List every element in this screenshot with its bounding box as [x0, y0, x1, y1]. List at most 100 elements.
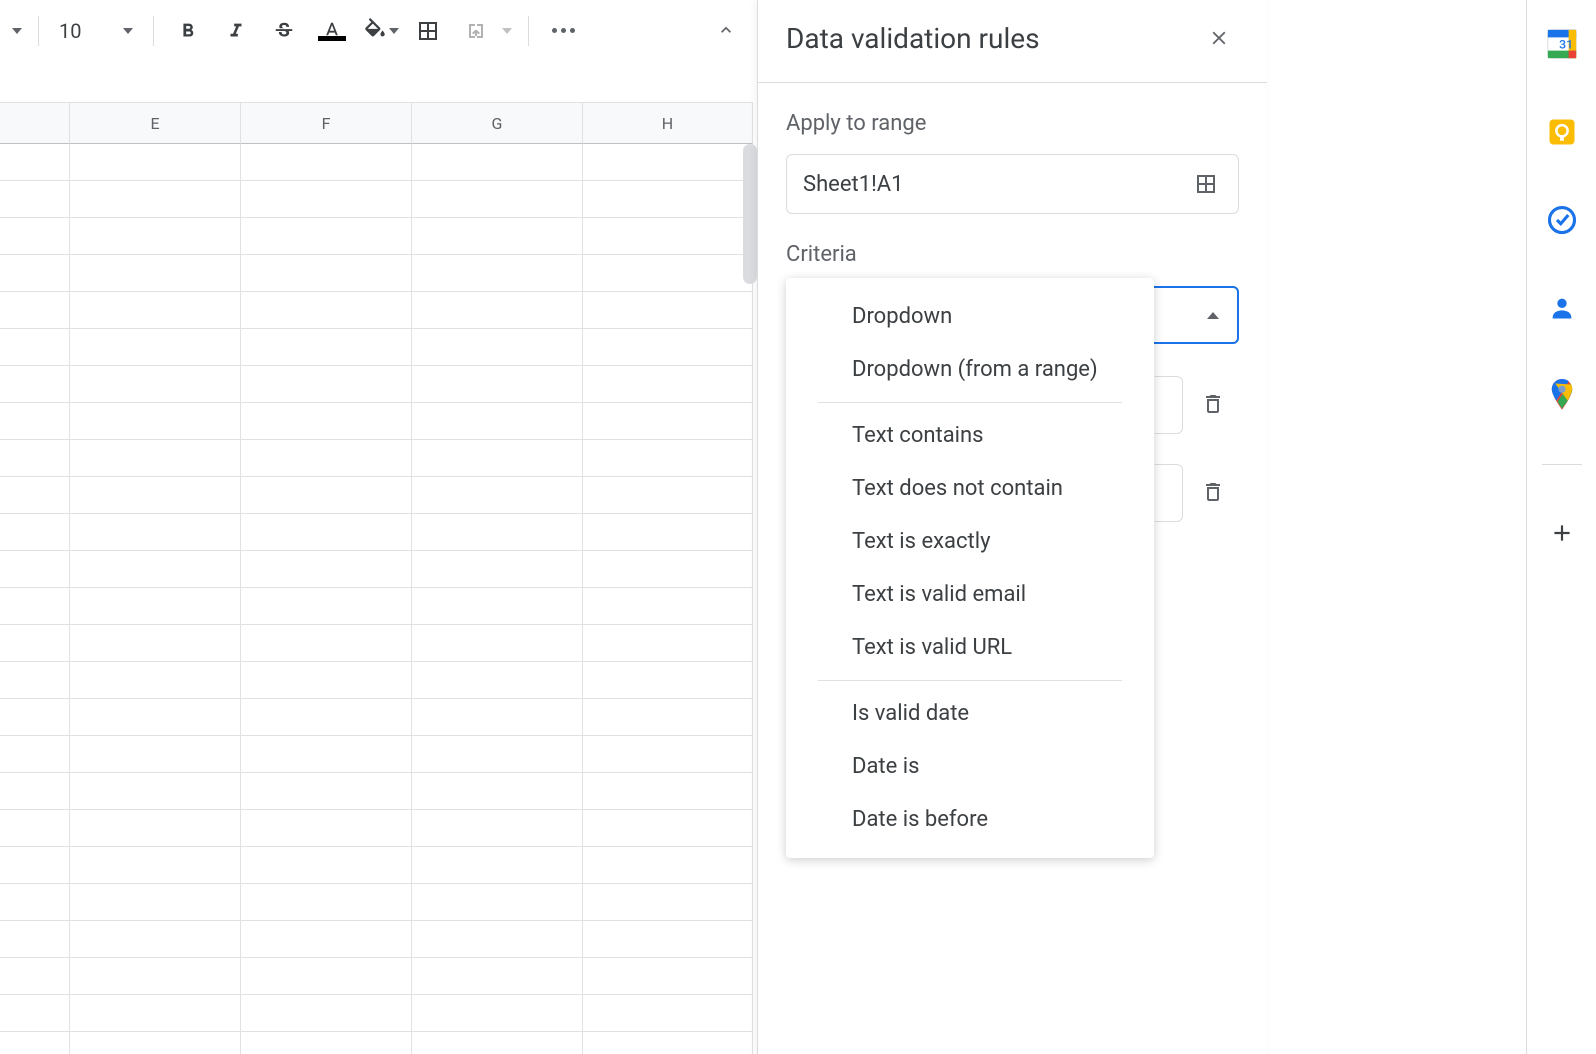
- grid-cell[interactable]: [412, 292, 583, 329]
- column-header[interactable]: F: [241, 102, 412, 144]
- grid-cell[interactable]: [70, 218, 241, 255]
- grid-cell[interactable]: [412, 329, 583, 366]
- grid-cell[interactable]: [583, 662, 753, 699]
- grid-cell[interactable]: [70, 144, 241, 181]
- criteria-option[interactable]: Text is exactly: [786, 515, 1154, 568]
- grid-cell[interactable]: [241, 625, 412, 662]
- grid-cell[interactable]: [412, 366, 583, 403]
- grid-cell[interactable]: [412, 736, 583, 773]
- grid-cell[interactable]: [412, 403, 583, 440]
- column-header[interactable]: H: [583, 102, 753, 144]
- grid-cell[interactable]: [583, 847, 753, 884]
- grid-cell[interactable]: [0, 995, 70, 1032]
- grid-cell[interactable]: [241, 514, 412, 551]
- close-panel-button[interactable]: [1199, 18, 1239, 58]
- option-value-field[interactable]: [1155, 376, 1183, 434]
- criteria-option[interactable]: Dropdown: [786, 290, 1154, 343]
- grid-cell[interactable]: [70, 551, 241, 588]
- delete-option-button[interactable]: [1187, 466, 1239, 518]
- grid-cell[interactable]: [241, 736, 412, 773]
- grid-cell[interactable]: [70, 736, 241, 773]
- grid-cell[interactable]: [70, 181, 241, 218]
- grid-cell[interactable]: [241, 958, 412, 995]
- strikethrough-button[interactable]: [262, 9, 306, 53]
- grid-cell[interactable]: [0, 255, 70, 292]
- grid-cell[interactable]: [0, 366, 70, 403]
- grid-cell[interactable]: [70, 588, 241, 625]
- grid-cell[interactable]: [412, 921, 583, 958]
- vertical-scrollbar[interactable]: [743, 144, 757, 284]
- grid-cell[interactable]: [412, 255, 583, 292]
- grid-cell[interactable]: [583, 477, 753, 514]
- grid-cell[interactable]: [70, 958, 241, 995]
- grid-cell[interactable]: [70, 1032, 241, 1054]
- grid-cell[interactable]: [0, 884, 70, 921]
- grid-cell[interactable]: [412, 699, 583, 736]
- option-value-field[interactable]: [1155, 464, 1183, 522]
- grid-cell[interactable]: [583, 625, 753, 662]
- grid-cell[interactable]: [412, 551, 583, 588]
- grid-cell[interactable]: [0, 921, 70, 958]
- grid-cell[interactable]: [0, 625, 70, 662]
- grid-cell[interactable]: [412, 847, 583, 884]
- collapse-toolbar-button[interactable]: [704, 8, 748, 52]
- grid-cell[interactable]: [241, 366, 412, 403]
- grid-cell[interactable]: [0, 588, 70, 625]
- select-range-button[interactable]: [1190, 168, 1222, 200]
- grid-cell[interactable]: [241, 440, 412, 477]
- delete-option-button[interactable]: [1187, 378, 1239, 430]
- bold-button[interactable]: [166, 9, 210, 53]
- grid-cell[interactable]: [70, 773, 241, 810]
- grid-cell[interactable]: [583, 551, 753, 588]
- grid-cell[interactable]: [412, 477, 583, 514]
- grid-cell[interactable]: [583, 884, 753, 921]
- grid-cell[interactable]: [583, 329, 753, 366]
- grid-cell[interactable]: [70, 292, 241, 329]
- grid-cell[interactable]: [0, 847, 70, 884]
- maps-app-button[interactable]: [1542, 376, 1582, 416]
- grid-cell[interactable]: [241, 662, 412, 699]
- grid-cell[interactable]: [412, 588, 583, 625]
- grid-cell[interactable]: [241, 255, 412, 292]
- grid-cell[interactable]: [70, 625, 241, 662]
- grid-cell[interactable]: [0, 810, 70, 847]
- range-input[interactable]: [803, 172, 1190, 197]
- grid-cell[interactable]: [0, 181, 70, 218]
- grid-cell[interactable]: [0, 403, 70, 440]
- grid-cell[interactable]: [70, 810, 241, 847]
- grid-cell[interactable]: [241, 1032, 412, 1054]
- grid-cell[interactable]: [0, 144, 70, 181]
- text-color-button[interactable]: [310, 9, 354, 53]
- add-companion-button[interactable]: [1542, 513, 1582, 553]
- grid-cell[interactable]: [70, 921, 241, 958]
- grid-cell[interactable]: [0, 329, 70, 366]
- grid-cell[interactable]: [583, 588, 753, 625]
- toolbar-leading-dropdown[interactable]: [8, 22, 26, 40]
- grid-cell[interactable]: [412, 625, 583, 662]
- grid-cell[interactable]: [583, 403, 753, 440]
- grid-cell[interactable]: [412, 995, 583, 1032]
- criteria-option[interactable]: Date is: [786, 740, 1154, 793]
- grid-cell[interactable]: [0, 440, 70, 477]
- grid-cell[interactable]: [412, 440, 583, 477]
- criteria-option[interactable]: Text is valid URL: [786, 621, 1154, 674]
- merge-dropdown-button[interactable]: [498, 22, 516, 40]
- grid-cell[interactable]: [0, 1032, 70, 1054]
- grid-cell[interactable]: [241, 847, 412, 884]
- grid-cell[interactable]: [583, 995, 753, 1032]
- grid-cell[interactable]: [241, 218, 412, 255]
- criteria-option[interactable]: Text is valid email: [786, 568, 1154, 621]
- grid-cell[interactable]: [70, 514, 241, 551]
- grid-cell[interactable]: [583, 440, 753, 477]
- grid-cell[interactable]: [241, 588, 412, 625]
- grid-cell[interactable]: [0, 292, 70, 329]
- grid-cell[interactable]: [412, 218, 583, 255]
- grid-cell[interactable]: [241, 699, 412, 736]
- grid-cell[interactable]: [241, 995, 412, 1032]
- merge-cells-button[interactable]: [454, 9, 498, 53]
- grid-cell[interactable]: [70, 366, 241, 403]
- grid-cell[interactable]: [241, 144, 412, 181]
- grid-cell[interactable]: [583, 514, 753, 551]
- grid-cell[interactable]: [583, 810, 753, 847]
- contacts-app-button[interactable]: [1542, 288, 1582, 328]
